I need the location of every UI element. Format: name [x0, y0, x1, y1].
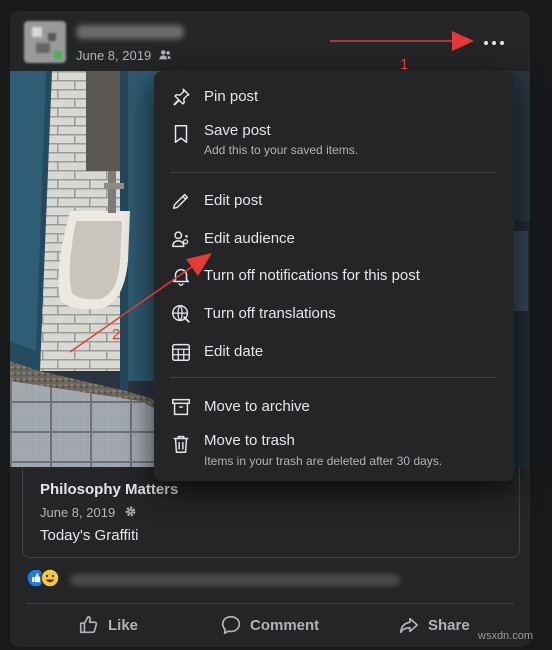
- menu-divider: [170, 172, 496, 173]
- menu-item-move-to-trash[interactable]: Move to trash Items in your trash are de…: [162, 427, 506, 473]
- gear-icon: [125, 506, 136, 517]
- menu-label-pin-post: Pin post: [204, 88, 259, 105]
- shared-date[interactable]: June 8, 2019: [40, 505, 115, 520]
- post-options-menu: Pin post Save post Add this to your save…: [154, 71, 514, 481]
- like-label: Like: [108, 616, 139, 634]
- menu-label-move-to-archive: Move to archive: [204, 398, 310, 415]
- comment-label: Comment: [250, 616, 320, 634]
- menu-label-turn-off-notifications: Turn off notifications for this post: [204, 267, 420, 284]
- author-name-blurred[interactable]: [76, 25, 184, 39]
- shared-caption: Today's Graffiti: [40, 527, 139, 544]
- menu-sub-move-to-trash: Items in your trash are deleted after 30…: [204, 454, 443, 468]
- menu-item-move-to-archive[interactable]: Move to archive: [162, 393, 506, 421]
- menu-label-edit-date: Edit date: [204, 343, 264, 360]
- menu-label-save-post: Save post: [204, 122, 271, 139]
- trash-icon: [173, 435, 189, 453]
- menu-item-save-post[interactable]: Save post Add this to your saved items.: [162, 117, 506, 163]
- like-icon: [79, 615, 98, 634]
- menu-item-turn-off-translations[interactable]: Turn off translations: [162, 300, 506, 328]
- translate-icon: [172, 305, 190, 323]
- menu-label-move-to-trash: Move to trash: [204, 432, 295, 449]
- audience-icon: [172, 231, 189, 248]
- comment-icon: [221, 615, 241, 635]
- share-icon: [399, 617, 419, 634]
- menu-item-pin-post[interactable]: Pin post: [162, 83, 506, 111]
- friends-icon[interactable]: [158, 48, 172, 62]
- annotation-number-2: 2: [112, 326, 121, 343]
- calendar-icon: [172, 343, 190, 361]
- actions-divider: [26, 603, 514, 604]
- share-label: Share: [428, 616, 470, 634]
- like-button[interactable]: Like: [78, 611, 138, 639]
- menu-label-edit-audience: Edit audience: [204, 230, 295, 247]
- avatar[interactable]: [24, 21, 66, 63]
- archive-icon: [172, 398, 190, 416]
- share-button[interactable]: Share: [398, 611, 470, 639]
- bookmark-icon: [174, 125, 188, 143]
- bell-icon: [172, 268, 190, 286]
- menu-divider: [170, 377, 496, 378]
- menu-sub-save-post: Add this to your saved items.: [204, 143, 359, 157]
- shared-page-name[interactable]: Philosophy Matters: [40, 481, 178, 498]
- menu-item-edit-post[interactable]: Edit post: [162, 187, 506, 215]
- menu-item-edit-audience[interactable]: Edit audience: [162, 225, 506, 253]
- reaction-names-blurred[interactable]: [70, 574, 400, 586]
- menu-item-edit-date[interactable]: Edit date: [162, 338, 506, 366]
- menu-label-edit-post: Edit post: [204, 192, 263, 209]
- comment-button[interactable]: Comment: [220, 611, 319, 639]
- more-options-icon[interactable]: [480, 31, 510, 53]
- reactions-summary[interactable]: [26, 568, 60, 588]
- reaction-icons: [26, 568, 60, 588]
- pin-icon: [173, 88, 190, 106]
- pencil-icon: [172, 193, 189, 210]
- menu-label-turn-off-translations: Turn off translations: [204, 305, 336, 322]
- watermark: wsxdn.com: [478, 630, 534, 642]
- post-date[interactable]: June 8, 2019: [76, 48, 151, 63]
- menu-item-turn-off-notifications[interactable]: Turn off notifications for this post: [162, 262, 506, 290]
- annotation-number-1: 1: [400, 56, 409, 73]
